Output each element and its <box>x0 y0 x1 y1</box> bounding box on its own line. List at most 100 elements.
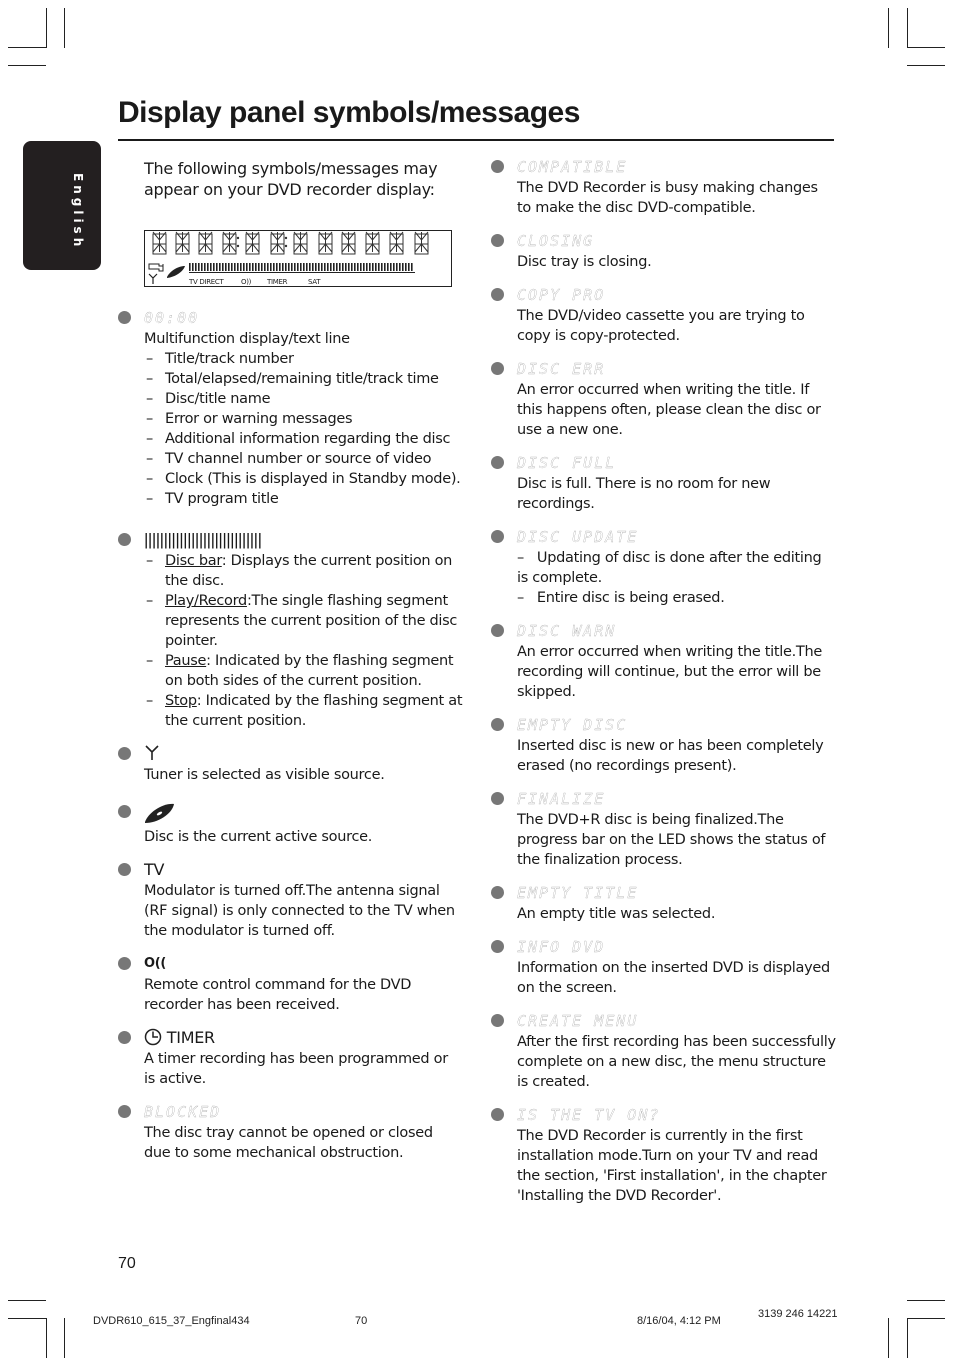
lcd-char-cell <box>389 231 404 255</box>
list-item: Play/Record:The single flashing segment … <box>144 591 463 651</box>
crop-mark <box>907 65 945 66</box>
bullet <box>491 792 504 805</box>
entry-desc: Information on the inserted DVD is displ… <box>517 960 830 996</box>
remote-signal-icon: O(( <box>144 956 167 971</box>
disc-bar-segment <box>342 263 344 271</box>
lcd-char-cell <box>222 231 237 255</box>
disc-bar-segment <box>402 263 404 271</box>
lcd-symbol: DISC ERR <box>517 360 606 378</box>
bullet <box>118 533 131 546</box>
list-item: Title/track number <box>144 349 463 369</box>
disc-bar-segment <box>195 263 197 271</box>
list-item-text: Updating of disc is done after the editi… <box>517 550 822 586</box>
entry-compatible: COMPATIBLE The DVD Recorder is busy maki… <box>491 156 836 218</box>
bullet <box>491 718 504 731</box>
bullet <box>118 1105 131 1118</box>
disc-bar-segment <box>318 263 320 271</box>
page-title: Display panel symbols/messages <box>118 96 580 129</box>
disc-bar-segment <box>351 263 353 271</box>
lcd-label: SAT <box>308 278 321 286</box>
entry-closing: CLOSING Disc tray is closing. <box>491 230 836 272</box>
term: Play/Record <box>165 593 247 609</box>
title-rule <box>118 139 834 141</box>
lcd-panel-diagram: TV DIRECT O)) TIMER SAT <box>144 230 452 287</box>
antenna-icon <box>144 743 463 765</box>
crop-mark <box>907 1318 945 1319</box>
entry-desc: Disc tray is closing. <box>517 254 652 270</box>
crop-mark <box>64 8 65 48</box>
lcd-symbol: COPY PRO <box>517 286 606 304</box>
lcd-label: TV DIRECT <box>188 278 225 286</box>
bullet <box>491 624 504 637</box>
disc-bar-segment <box>267 263 269 271</box>
disc-bar-segment <box>315 263 317 271</box>
disc-bar-segment <box>300 263 302 271</box>
entry-disc-source: Disc is the current active source. <box>118 801 463 847</box>
disc-bar-segment <box>189 263 191 271</box>
disc-bar-segment <box>399 263 401 271</box>
list-item: – Entire disc is being erased. <box>517 590 725 606</box>
disc-bar-segment <box>285 263 287 271</box>
disc-bar-segment <box>321 263 323 271</box>
list-item: Additional information regarding the dis… <box>144 429 463 449</box>
crop-mark <box>46 1318 47 1358</box>
lcd-symbol: EMPTY DISC <box>517 716 628 734</box>
lcd-label: TIMER <box>266 278 288 286</box>
entry-desc: An error occurred when writing the title… <box>517 382 821 438</box>
disc-bar-icon: |||||||||||||||||||||||||||||| <box>144 530 262 549</box>
entry-disc-err: DISC ERR An error occurred when writing … <box>491 358 836 440</box>
footer-page: 70 <box>355 1315 368 1327</box>
entry-desc: The DVD Recorder is currently in the fir… <box>517 1128 827 1204</box>
clock-icon <box>144 1028 162 1047</box>
crop-mark <box>888 8 889 48</box>
disc-bar-segment <box>345 263 347 271</box>
lcd-symbol: IS THE TV ON? <box>517 1106 661 1124</box>
disc-bar-segment <box>252 263 254 271</box>
list-item: Clock (This is displayed in Standby mode… <box>144 469 463 489</box>
disc-bar-segment <box>228 263 230 271</box>
entry-copy-pro: COPY PRO The DVD/video cassette you are … <box>491 284 836 346</box>
entry-info-dvd: INFO DVD Information on the inserted DVD… <box>491 936 836 998</box>
lcd-colon-dot <box>284 236 288 240</box>
bullet <box>491 940 504 953</box>
disc-bar-segment <box>231 263 233 271</box>
term: Disc bar <box>165 553 222 569</box>
crop-mark <box>46 8 47 48</box>
entry-desc: Tuner is selected as visible source. <box>144 767 385 783</box>
term: Stop <box>165 693 197 709</box>
footer-code: 3139 246 14221 <box>758 1308 838 1320</box>
lcd-char-cell <box>341 231 356 255</box>
disc-icon <box>167 266 185 278</box>
lcd-symbol: 00:00 <box>144 309 200 327</box>
intro-text: The following symbols/messages may appea… <box>144 159 438 199</box>
disc-bar-segment <box>282 263 284 271</box>
entry-disc-bar: |||||||||||||||||||||||||||||| Disc bar:… <box>118 529 463 731</box>
disc-bar-segment <box>357 263 359 271</box>
disc-bar-segment <box>363 263 365 271</box>
disc-bar-segment <box>411 263 413 271</box>
term-desc: : Indicated by the flashing segment on b… <box>165 653 454 689</box>
disc-bar-segment <box>294 263 296 271</box>
disc-bar-segment <box>387 263 389 271</box>
crop-mark <box>8 1318 46 1319</box>
disc-bar-segment <box>258 263 260 271</box>
lcd-char-cell <box>365 231 380 255</box>
lcd-char-cell <box>245 231 260 255</box>
disc-bar-segment <box>270 263 272 271</box>
lcd-colon-dot <box>236 244 240 248</box>
crop-mark <box>888 1318 889 1358</box>
list-item: Disc bar: Displays the current position … <box>144 551 463 591</box>
list-item: Stop: Indicated by the flashing segment … <box>144 691 463 731</box>
bullet <box>118 747 131 760</box>
bullet <box>118 957 131 970</box>
entry-is-tv-on: IS THE TV ON? The DVD Recorder is curren… <box>491 1104 836 1206</box>
entry-desc: Disc is the current active source. <box>144 829 373 845</box>
disc-bar-segment <box>279 263 281 271</box>
disc-bar-segment <box>219 263 221 271</box>
disc-bar-segment <box>327 263 329 271</box>
entry-desc: Modulator is turned off.The antenna sign… <box>144 883 455 939</box>
entry-disc-full: DISC FULL Disc is full. There is no room… <box>491 452 836 514</box>
disc-bar-segment <box>390 263 392 271</box>
lcd-symbol: EMPTY TITLE <box>517 884 639 902</box>
entry-disc-update: DISC UPDATE – Updating of disc is done a… <box>491 526 836 608</box>
